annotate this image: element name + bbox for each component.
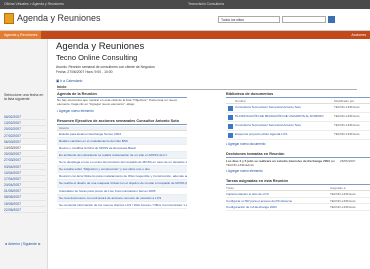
site-actions[interactable]: Acciones xyxy=(351,31,366,39)
top-nav: Agenda y Reuniones Acciones xyxy=(0,31,370,39)
task-assignee: TECNO-LINK\soto xyxy=(330,198,356,203)
search-input[interactable] xyxy=(282,16,326,23)
decisions-title[interactable]: Decisiones tomadas en Reunión xyxy=(226,152,370,158)
word-doc-icon xyxy=(228,105,233,111)
date-list: 06/02/2007 13/02/2007 20/02/2007 27/02/2… xyxy=(4,114,46,213)
tasks-col-assigned[interactable]: Asignado a xyxy=(330,186,370,190)
doc-name[interactable]: Consultoría Tecnovisión Semestral Antoni… xyxy=(235,106,334,110)
date-item[interactable]: 22/05/2007 xyxy=(4,207,46,213)
decision-date: 28/06/2007 xyxy=(340,159,356,163)
objectives-text: No hay elementos que mostrar en esta vis… xyxy=(57,98,178,106)
decision-item: Los días 4 y 5 julio se realizara un est… xyxy=(226,159,370,167)
prev-link[interactable]: Anterior xyxy=(8,242,20,246)
next-link[interactable]: Siguiente xyxy=(23,242,37,246)
doc-modified-by: TECNO-LINK\soto xyxy=(334,105,360,110)
tasks-col-title[interactable]: Título xyxy=(226,186,330,190)
left-column: Agenda de la Reunión No hay elementos qu… xyxy=(57,92,187,209)
table-row[interactable]: Realizo cambios en el modelamiento del s… xyxy=(57,137,187,145)
table-row[interactable]: Reunión con Ezor Roberto para modelamien… xyxy=(57,173,187,181)
doc-modified-by: TECNO-LINK\soto xyxy=(334,132,360,137)
table-row[interactable]: Se estudia sobre "Migración y construcci… xyxy=(57,166,187,174)
sidebar: Seleccione una fecha en la lista siguien… xyxy=(0,39,48,269)
decision-text: Los días 4 y 5 julio se realizara un est… xyxy=(226,159,340,167)
word-doc-icon xyxy=(228,132,233,138)
docs-col-modified[interactable]: Modificado por xyxy=(334,99,370,103)
sidebar-label: Seleccione una fecha en la lista siguien… xyxy=(4,93,44,102)
date-pager[interactable]: ◄ Anterior | Siguiente ► xyxy=(4,242,41,246)
page-header: Agenda y Reuniones Tecno Online Consulti… xyxy=(50,41,370,83)
header: Agenda y Reuniones Todos los sitios xyxy=(0,9,370,31)
task-title[interactable]: Configuración de CA Exchange 2003 xyxy=(226,204,330,210)
doc-name[interactable]: Consultoría Tecnovisión Semestral Antoni… xyxy=(235,124,334,128)
site-logo-icon xyxy=(4,13,14,24)
doc-row[interactable]: Consultoría Tecnovisión Semestral Antoni… xyxy=(226,104,370,113)
table-row[interactable]: En ambiente de Laboratorio se realiza re… xyxy=(57,152,187,160)
page-title: Agenda y Reuniones xyxy=(56,41,145,52)
page-subtitle: Tecno Online Consulting xyxy=(56,53,138,62)
table-row[interactable]: Estudio para Exámen Exchange Server 2003 xyxy=(57,131,187,138)
tab-agenda[interactable]: Agenda y Reuniones xyxy=(0,31,42,39)
docs-col-name[interactable]: Nombre xyxy=(226,99,334,103)
table-row[interactable]: Se recolecta información de los nuevos c… xyxy=(57,202,187,209)
doc-name[interactable]: Esquema proyecto piloto Agenda LCS xyxy=(235,133,334,137)
task-title[interactable]: Implementación el sitio de LCS xyxy=(226,191,330,197)
tasks-title[interactable]: Tareas asignadas en esta Reunión xyxy=(226,179,370,185)
app-title[interactable]: Agenda y Reuniones xyxy=(17,13,101,23)
table-row[interactable]: Calculador de horas para precio de Live … xyxy=(57,188,187,195)
meeting-meta: Asunto: Reunión semanal de consultores c… xyxy=(56,65,206,74)
doc-name[interactable]: PLANIFICACIÓN DE MIGRACIÓN DE USUARIOS A… xyxy=(235,115,334,119)
add-objective-label[interactable]: Agregar nuevo elemento xyxy=(59,109,94,113)
summary-title[interactable]: Resumen Ejecutivo de acciones semanales … xyxy=(57,119,187,125)
task-row[interactable]: Configuración de CA Exchange 2003 TECNO-L… xyxy=(226,204,370,211)
doc-modified-by: TECNO-LINK\soto xyxy=(334,123,360,128)
add-document-link[interactable]: ▪ Agregar nuevo documento xyxy=(226,142,370,146)
calendar-link[interactable]: ▣ Ir a Calendario xyxy=(56,79,82,83)
word-doc-icon xyxy=(228,114,233,120)
page-tab[interactable]: Inicio xyxy=(57,85,357,90)
add-decision-link[interactable]: ▪ Agregar nuevo elemento xyxy=(226,169,370,173)
add-decision-label[interactable]: Agregar nuevo elemento xyxy=(228,169,263,173)
search-button[interactable] xyxy=(328,16,335,23)
task-title[interactable]: Configurar el ISP para el acceso del Pls… xyxy=(226,198,330,204)
task-assignee: TECNO-LINK\soto xyxy=(330,205,356,209)
add-objective-link[interactable]: ▪ Agregar nuevo elemento xyxy=(57,109,187,113)
doc-row[interactable]: Consultoría Tecnovisión Semestral Antoni… xyxy=(226,122,370,131)
word-doc-icon xyxy=(228,123,233,129)
table-row[interactable]: Se crea documento con estructura de acce… xyxy=(57,194,187,202)
add-document-label[interactable]: Agregar nuevo documento xyxy=(228,142,266,146)
table-row[interactable]: Se le despliega el uso en estos del prod… xyxy=(57,159,187,167)
table-row[interactable]: Reviso y modifica la ficha de MOSS de Em… xyxy=(57,145,187,153)
task-assignee: TECNO-LINK\soto xyxy=(330,192,356,196)
right-column: Biblioteca de documentos Nombre Modifica… xyxy=(226,92,370,211)
doc-modified-by: TECNO-LINK\soto xyxy=(334,114,360,119)
meeting-date: Fecha: 27/06/2007 Hora: 9:00 - 10:00 xyxy=(56,69,113,74)
search-scope-select[interactable]: Todos los sitios xyxy=(218,16,280,23)
doc-row[interactable]: Esquema proyecto piloto Agenda LCS TECNO-… xyxy=(226,131,370,140)
site-name[interactable]: Tecnovisión Consultoría xyxy=(188,0,224,9)
doc-row[interactable]: PLANIFICACIÓN DE MIGRACIÓN DE USUARIOS A… xyxy=(226,113,370,122)
breadcrumb[interactable]: Oficina Virtuales > Agenda y Reuniones xyxy=(4,0,64,9)
calendar-link-label[interactable]: Ir a Calendario xyxy=(60,79,82,83)
top-bar: Oficina Virtuales > Agenda y Reuniones T… xyxy=(0,0,370,9)
table-row[interactable]: Se realiza el diseño de una maqueta Virt… xyxy=(57,180,187,188)
docs-title[interactable]: Biblioteca de documentos xyxy=(226,92,370,98)
